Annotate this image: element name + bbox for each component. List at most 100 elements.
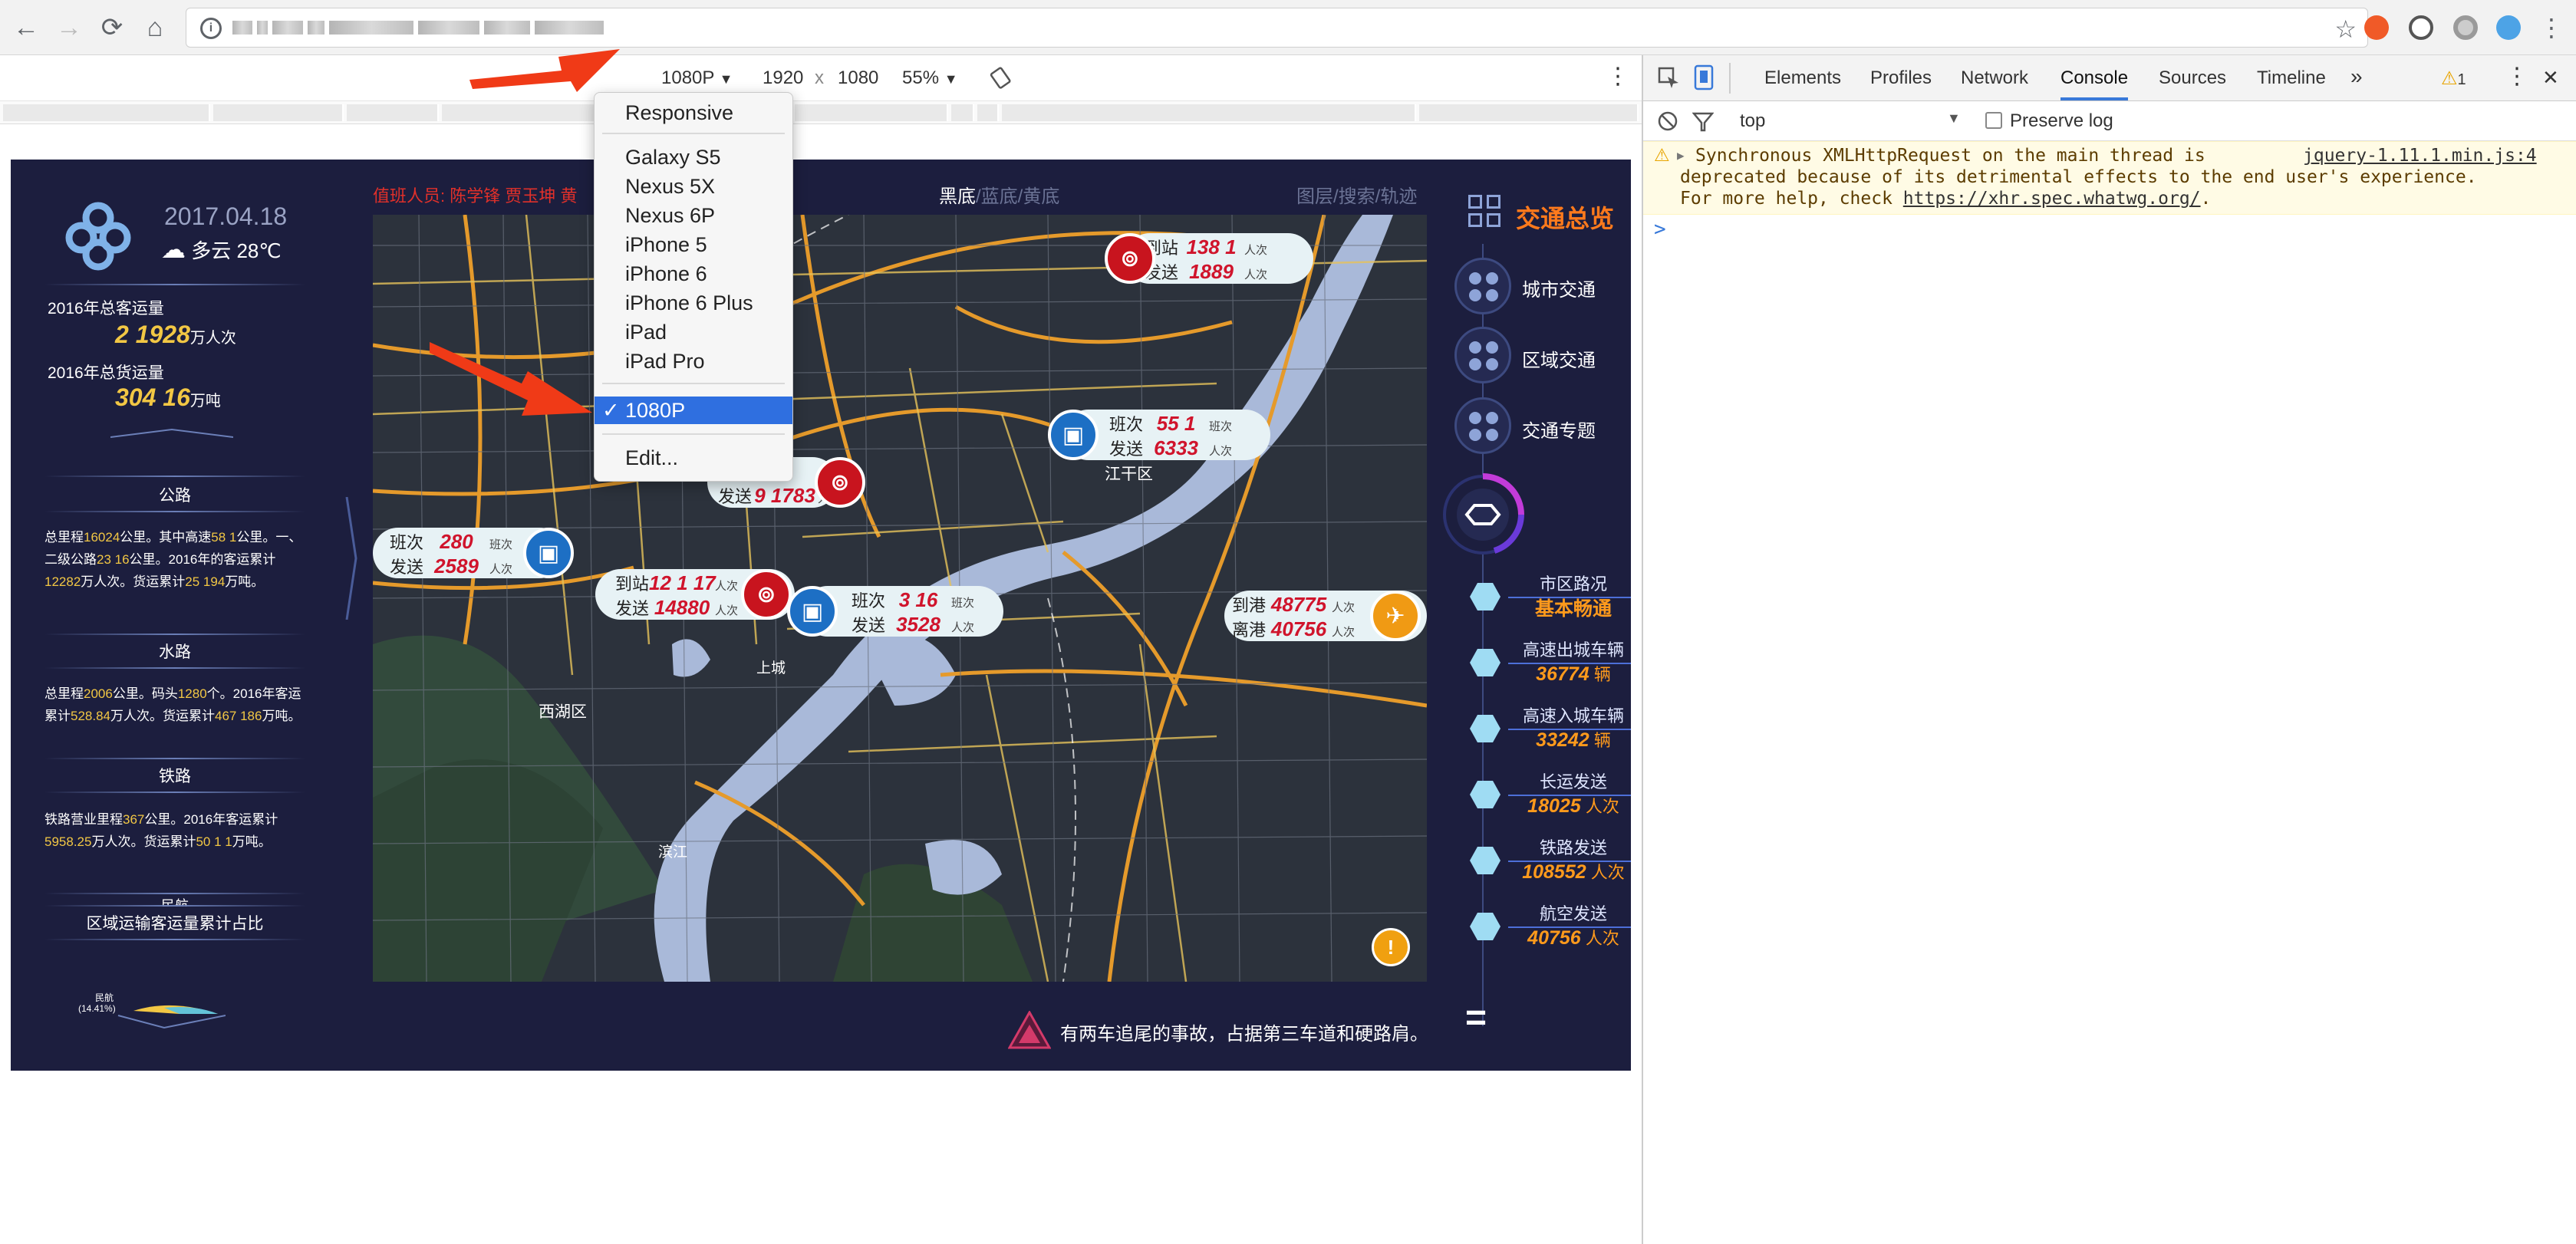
media-query-ruler	[0, 101, 1642, 124]
passenger-label: 2016年总客运量	[48, 300, 164, 318]
menu-item-ipad-pro[interactable]: iPad Pro	[595, 347, 792, 375]
forward-icon[interactable]: →	[54, 12, 84, 43]
annotation-arrow	[430, 342, 592, 416]
nav-city-traffic[interactable]: 城市交通	[1522, 275, 1596, 301]
alert-triangle-icon	[1008, 1011, 1051, 1049]
inspect-element-icon[interactable]	[1657, 66, 1680, 89]
menu-item-iphone-6[interactable]: iPhone 6	[595, 260, 792, 288]
clear-console-icon[interactable]	[1657, 110, 1678, 132]
bus-station-icon[interactable]: ▣	[787, 586, 838, 637]
console-prompt[interactable]: >	[1654, 218, 1666, 241]
divider	[44, 905, 305, 907]
bus-station-icon[interactable]: ▣	[1048, 410, 1099, 460]
tab-yellow[interactable]: 黄底	[1023, 186, 1059, 207]
caret-down-icon[interactable]: ▼	[1947, 110, 1961, 127]
divider	[44, 939, 305, 940]
zoom-select[interactable]: 55% ▼	[902, 67, 958, 89]
menu-item-1080p[interactable]: ✓ 1080P	[595, 397, 792, 424]
menu-item-iphone-6-plus[interactable]: iPhone 6 Plus	[595, 289, 792, 317]
reload-icon[interactable]: ⟳	[97, 12, 127, 43]
train-station-icon[interactable]: ⊚	[741, 569, 792, 620]
bookmark-star-icon[interactable]: ☆	[2334, 15, 2357, 44]
nav-traffic-topics[interactable]: 交通专题	[1522, 416, 1596, 443]
warning-icon: ⚠	[1654, 146, 1670, 166]
freight-unit: 万吨	[189, 393, 221, 410]
context-select[interactable]: top	[1740, 110, 1765, 132]
message-source-link[interactable]: jquery-1.11.1.min.js:4	[2303, 145, 2537, 166]
menu-item-responsive[interactable]: Responsive	[595, 99, 792, 127]
tab-network[interactable]: Network	[1961, 67, 2028, 89]
tab-profiles[interactable]: Profiles	[1870, 67, 1932, 89]
device-select[interactable]: 1080P ▼	[661, 67, 733, 89]
back-icon[interactable]: ←	[11, 12, 41, 43]
home-icon[interactable]: ⌂	[140, 12, 170, 43]
divider	[44, 284, 305, 285]
chevron-divider	[110, 428, 233, 438]
divider	[44, 893, 305, 894]
expand-chevron-icon[interactable]	[344, 497, 359, 620]
tab-separator: /	[976, 186, 981, 207]
help-link[interactable]: https://xhr.spec.whatwg.org/	[1903, 189, 2201, 209]
nav-regional-traffic[interactable]: 区域交通	[1522, 345, 1596, 372]
device-more-icon[interactable]: ⋮	[1606, 63, 1629, 90]
menu-item-ipad[interactable]: iPad	[595, 318, 792, 346]
tab-sources[interactable]: Sources	[2159, 67, 2226, 89]
bus-station-icon[interactable]: ▣	[523, 528, 574, 578]
more-tabs-icon[interactable]: »	[2350, 64, 2363, 89]
device-select-label: 1080P	[661, 67, 714, 88]
layer-tabs[interactable]: 图层/搜索/轨迹	[1296, 181, 1417, 208]
airplane-icon[interactable]: ✈	[1370, 591, 1421, 641]
bird-extension-icon[interactable]	[2496, 15, 2521, 40]
expand-triangle-icon[interactable]: ▶	[1677, 145, 1685, 166]
stat-value: 36774 辆	[1536, 663, 1611, 685]
width-field[interactable]: 1920	[763, 67, 803, 89]
map-style-tabs: 黑底/蓝底/黄底	[939, 181, 1059, 208]
tab-console[interactable]: Console	[2060, 67, 2129, 100]
recycle-extension-icon[interactable]	[2409, 15, 2433, 40]
right-panel-title: 交通总览	[1516, 205, 1615, 232]
divider	[44, 511, 305, 512]
logo-icon	[65, 202, 131, 271]
height-field[interactable]: 1080	[838, 67, 878, 89]
train-station-icon[interactable]: ⊚	[1105, 233, 1155, 284]
nav-icon-city[interactable]	[1454, 258, 1511, 314]
tab-black[interactable]: 黑底	[939, 186, 976, 207]
stat-value: 基本畅通	[1534, 598, 1612, 620]
devtools-menu-icon[interactable]: ⋮	[2505, 63, 2528, 90]
tab-timeline[interactable]: Timeline	[2257, 67, 2326, 89]
extension-icon[interactable]	[2364, 15, 2389, 40]
menu-item-edit[interactable]: Edit...	[595, 444, 792, 472]
nav-icon-topic[interactable]	[1454, 397, 1511, 454]
menu-item-galaxy-s5[interactable]: Galaxy S5	[595, 143, 792, 171]
menu-item-nexus-6p[interactable]: Nexus 6P	[595, 202, 792, 229]
menu-item-nexus-5x[interactable]: Nexus 5X	[595, 173, 792, 200]
duty-staff: 值班人员: 陈学锋 贾玉坤 黄	[373, 186, 578, 206]
device-mode-icon[interactable]	[1692, 64, 1715, 91]
console-warning-message: ⚠ ▶ Synchronous XMLHttpRequest on the ma…	[1643, 141, 2576, 215]
circle-extension-icon[interactable]	[2453, 15, 2478, 40]
rotate-icon[interactable]	[990, 66, 1013, 89]
grid-icon[interactable]	[1468, 195, 1500, 227]
tab-elements[interactable]: Elements	[1764, 67, 1841, 89]
tab-blue[interactable]: 蓝底	[981, 186, 1018, 207]
menu-separator	[602, 383, 785, 384]
train-station-icon[interactable]: ⊚	[815, 457, 865, 508]
hexagon-dial-icon[interactable]	[1441, 472, 1525, 557]
menu-icon[interactable]: =	[1465, 1000, 1487, 1037]
filter-icon[interactable]	[1692, 112, 1714, 132]
divider	[44, 634, 305, 635]
device-toolbar: 1080P ▼ 1920 x 1080 55% ▼ ⋮	[0, 55, 1642, 101]
preserve-log-checkbox[interactable]	[1985, 112, 2002, 129]
menu-item-iphone-5[interactable]: iPhone 5	[595, 231, 792, 258]
stat-value: 18025 人次	[1527, 795, 1619, 817]
divider	[44, 667, 305, 669]
warning-icon[interactable]: !	[1372, 928, 1410, 966]
dashboard: 2017.04.18 ☁ 多云 28℃ 2016年总客运量 2 1928万人次 …	[11, 160, 1631, 1071]
chrome-menu-icon[interactable]: ⋮	[2536, 12, 2567, 43]
site-info-icon[interactable]: i	[200, 18, 222, 39]
warning-count[interactable]: ⚠1	[2441, 67, 2466, 90]
nav-icon-region[interactable]	[1454, 327, 1511, 383]
road-description: 总里程16024公里。其中高速58 1公里。一、二级公路23 16公里。2016…	[44, 530, 302, 589]
hexagon-icon	[1470, 781, 1500, 808]
close-icon[interactable]: ✕	[2542, 66, 2559, 90]
